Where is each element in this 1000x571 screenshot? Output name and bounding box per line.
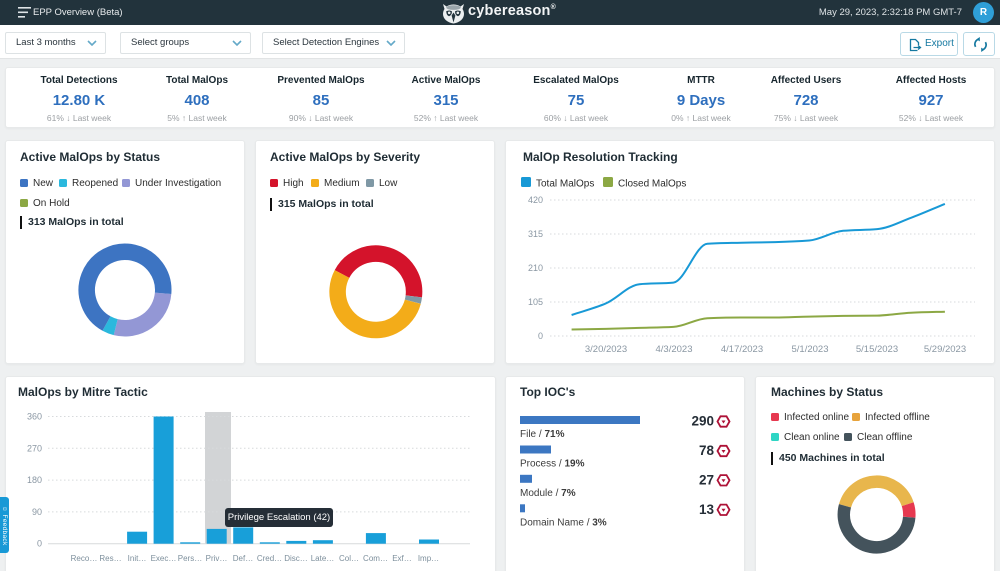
svg-text:File / 71%: File / 71% <box>520 429 565 440</box>
svg-text:4/17/2023: 4/17/2023 <box>721 344 763 355</box>
svg-text:Exf…: Exf… <box>392 554 412 563</box>
svg-text:Domain Name / 3%: Domain Name / 3% <box>520 517 607 528</box>
svg-text:Disc…: Disc… <box>284 554 308 563</box>
svg-text:Module / 7%: Module / 7% <box>520 488 576 499</box>
svg-text:Def…: Def… <box>233 554 253 563</box>
svg-text:Exec…: Exec… <box>151 554 177 563</box>
svg-text:Late…: Late… <box>311 554 335 563</box>
svg-text:Res…: Res… <box>99 554 121 563</box>
svg-text:78: 78 <box>699 443 715 458</box>
svg-text:290: 290 <box>691 414 714 429</box>
svg-text:90: 90 <box>32 507 42 517</box>
svg-text:13: 13 <box>699 502 715 517</box>
svg-text:Col…: Col… <box>339 554 359 563</box>
svg-text:Init…: Init… <box>128 554 147 563</box>
svg-text:315: 315 <box>528 229 543 239</box>
svg-text:180: 180 <box>27 475 42 485</box>
svg-text:Cred…: Cred… <box>257 554 282 563</box>
svg-text:Reco…: Reco… <box>71 554 98 563</box>
svg-text:Process / 19%: Process / 19% <box>520 459 585 470</box>
svg-text:420: 420 <box>528 195 543 205</box>
svg-text:5/29/2023: 5/29/2023 <box>924 344 966 355</box>
svg-text:210: 210 <box>528 263 543 273</box>
svg-text:3/20/2023: 3/20/2023 <box>585 344 627 355</box>
svg-text:5/15/2023: 5/15/2023 <box>856 344 898 355</box>
svg-text:Com…: Com… <box>363 554 388 563</box>
svg-text:270: 270 <box>27 443 42 453</box>
svg-text:5/1/2023: 5/1/2023 <box>792 344 829 355</box>
svg-text:4/3/2023: 4/3/2023 <box>656 344 693 355</box>
svg-text:105: 105 <box>528 297 543 307</box>
svg-text:27: 27 <box>699 472 714 487</box>
svg-text:0: 0 <box>37 539 42 549</box>
svg-text:Imp…: Imp… <box>418 554 439 563</box>
svg-text:Priv…: Priv… <box>206 554 228 563</box>
svg-text:0: 0 <box>538 331 543 341</box>
svg-text:360: 360 <box>27 412 42 422</box>
svg-text:Pers…: Pers… <box>178 554 202 563</box>
